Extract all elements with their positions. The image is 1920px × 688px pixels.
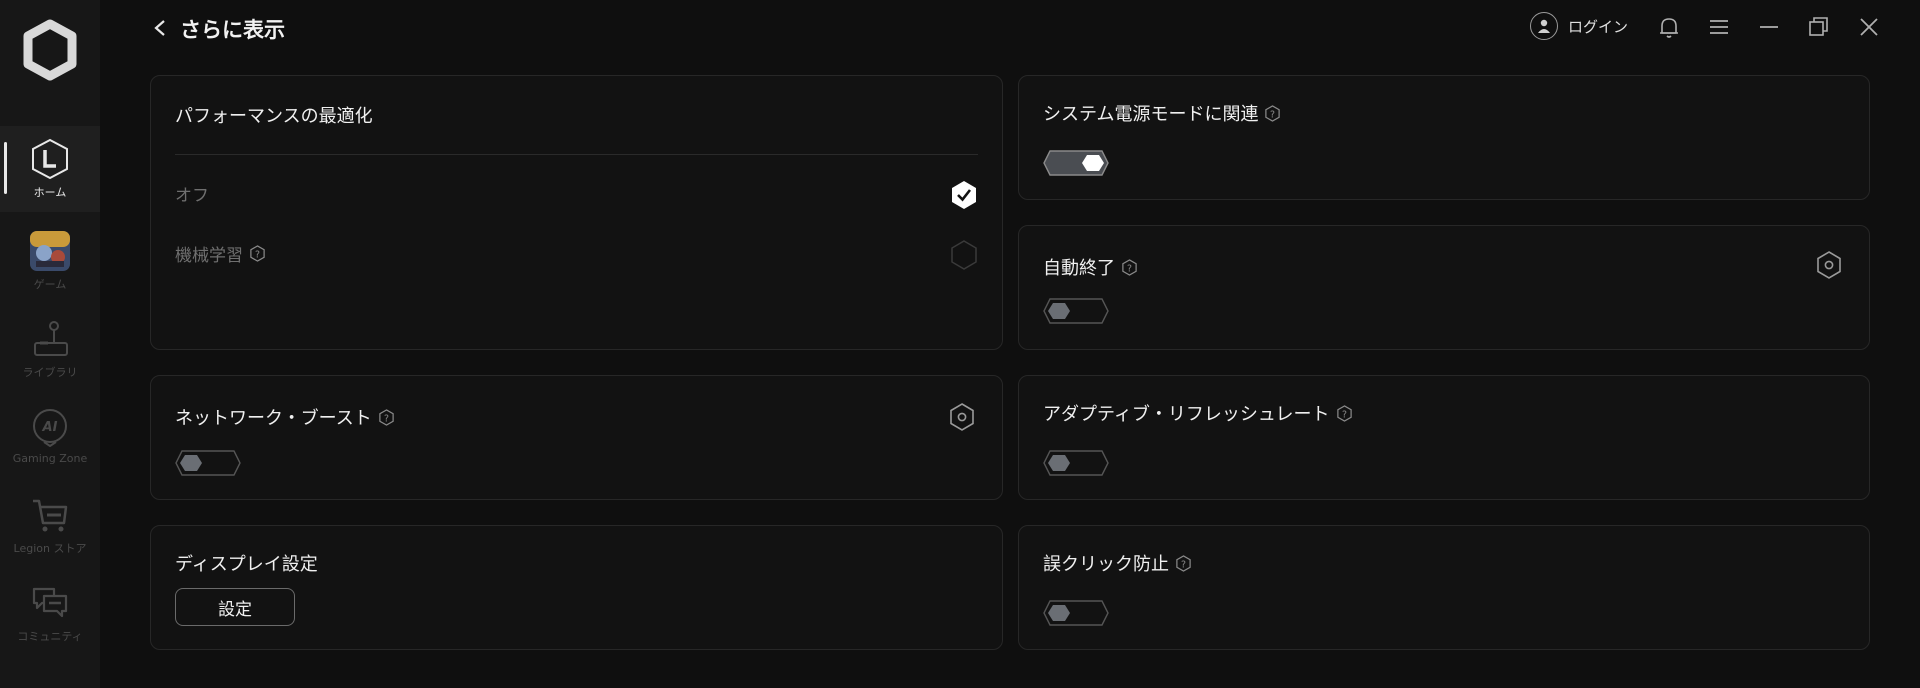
close-button[interactable] — [1857, 15, 1881, 39]
system-power-title: システム電源モードに関連 — [1043, 104, 1259, 125]
adaptive-refresh-title: アダプティブ・リフレッシュレート — [1043, 404, 1330, 425]
divider — [175, 154, 978, 155]
option-ml: 機械学習 — [175, 241, 266, 266]
auto-close-card: 自動終了 — [1018, 225, 1870, 350]
display-settings-button[interactable]: 設定 — [175, 588, 295, 626]
sidebar-item-label: ホーム — [33, 186, 67, 199]
help-icon[interactable] — [249, 245, 266, 262]
auto-close-toggle[interactable] — [1043, 298, 1109, 324]
sidebar-item-label: Gaming Zone — [12, 452, 88, 465]
option-off-label: オフ — [175, 186, 209, 206]
joystick-icon — [27, 316, 73, 362]
notifications-button[interactable] — [1657, 15, 1681, 39]
option-ml-label: 機械学習 — [175, 246, 243, 266]
display-settings-card: ディスプレイ設定 設定 — [150, 525, 1003, 650]
sidebar-item-gaming-zone[interactable]: AI Gaming Zone — [0, 394, 100, 480]
back-button[interactable] — [150, 16, 170, 40]
legion-logo — [18, 18, 82, 82]
option-ml-radio[interactable] — [950, 240, 978, 270]
adaptive-refresh-header: アダプティブ・リフレッシュレート — [1043, 400, 1353, 426]
display-settings-title: ディスプレイ設定 — [175, 554, 318, 575]
sidebar: ホーム ゲーム ライブラリ AI Gaming Zone Legion ストア … — [0, 0, 100, 688]
restore-button[interactable] — [1807, 15, 1831, 39]
adaptive-refresh-toggle[interactable] — [1043, 450, 1109, 476]
performance-title: パフォーマンスの最適化 — [175, 106, 373, 127]
misclick-header: 誤クリック防止 — [1043, 550, 1192, 576]
network-boost-toggle[interactable] — [175, 450, 241, 476]
help-icon[interactable] — [1121, 259, 1138, 276]
auto-close-title: 自動終了 — [1043, 258, 1115, 279]
performance-card: パフォーマンスの最適化 オフ 機械学習 — [150, 75, 1003, 350]
chat-icon — [27, 580, 73, 626]
sidebar-item-label: ライブラリ — [22, 366, 78, 379]
system-power-card: システム電源モードに関連 — [1018, 75, 1870, 200]
sidebar-item-library[interactable]: ライブラリ — [0, 306, 100, 392]
help-icon[interactable] — [1264, 105, 1281, 122]
login-label: ログイン — [1568, 17, 1629, 36]
sidebar-item-game[interactable]: ゲーム — [0, 218, 100, 304]
sidebar-item-label: Legion ストア — [13, 542, 87, 555]
system-power-toggle[interactable] — [1043, 150, 1109, 176]
help-icon[interactable] — [1175, 555, 1192, 572]
game-thumbnail — [27, 228, 73, 274]
auto-close-settings-gear-icon[interactable] — [1815, 250, 1843, 280]
auto-close-header: 自動終了 — [1043, 254, 1138, 280]
restore-icon — [1809, 17, 1828, 36]
adaptive-refresh-card: アダプティブ・リフレッシュレート — [1018, 375, 1870, 500]
user-icon — [1530, 12, 1558, 40]
sidebar-item-label: ゲーム — [33, 278, 67, 291]
sidebar-item-community[interactable]: コミュニティ — [0, 570, 100, 656]
minimize-icon — [1760, 26, 1778, 28]
minimize-button[interactable] — [1757, 15, 1781, 39]
svg-text:AI: AI — [42, 420, 58, 435]
network-boost-header: ネットワーク・ブースト — [175, 404, 395, 430]
sidebar-item-store[interactable]: Legion ストア — [0, 482, 100, 568]
help-icon[interactable] — [1336, 405, 1353, 422]
hexagon-radio-icon — [951, 240, 977, 270]
misclick-toggle[interactable] — [1043, 600, 1109, 626]
legion-home-icon — [27, 136, 73, 182]
misclick-card: 誤クリック防止 — [1018, 525, 1870, 650]
page-title: さらに表示 — [180, 18, 285, 42]
help-icon[interactable] — [378, 409, 395, 426]
bell-icon — [1660, 18, 1678, 38]
close-icon — [1860, 18, 1878, 36]
chevron-left-icon — [154, 20, 165, 36]
hamburger-icon — [1710, 20, 1728, 34]
sidebar-item-home[interactable]: ホーム — [0, 126, 100, 212]
sidebar-item-label: コミュニティ — [17, 630, 83, 643]
login-button[interactable]: ログイン — [1530, 12, 1628, 40]
option-off-radio[interactable] — [950, 180, 978, 210]
misclick-title: 誤クリック防止 — [1043, 554, 1169, 575]
cart-icon — [27, 492, 73, 538]
network-boost-title: ネットワーク・ブースト — [175, 408, 372, 429]
network-boost-card: ネットワーク・ブースト — [150, 375, 1003, 500]
system-power-header: システム電源モードに関連 — [1043, 100, 1281, 126]
check-icon — [952, 181, 976, 209]
network-boost-settings-gear-icon[interactable] — [948, 402, 976, 432]
ai-icon: AI — [27, 404, 73, 450]
menu-button[interactable] — [1707, 15, 1731, 39]
